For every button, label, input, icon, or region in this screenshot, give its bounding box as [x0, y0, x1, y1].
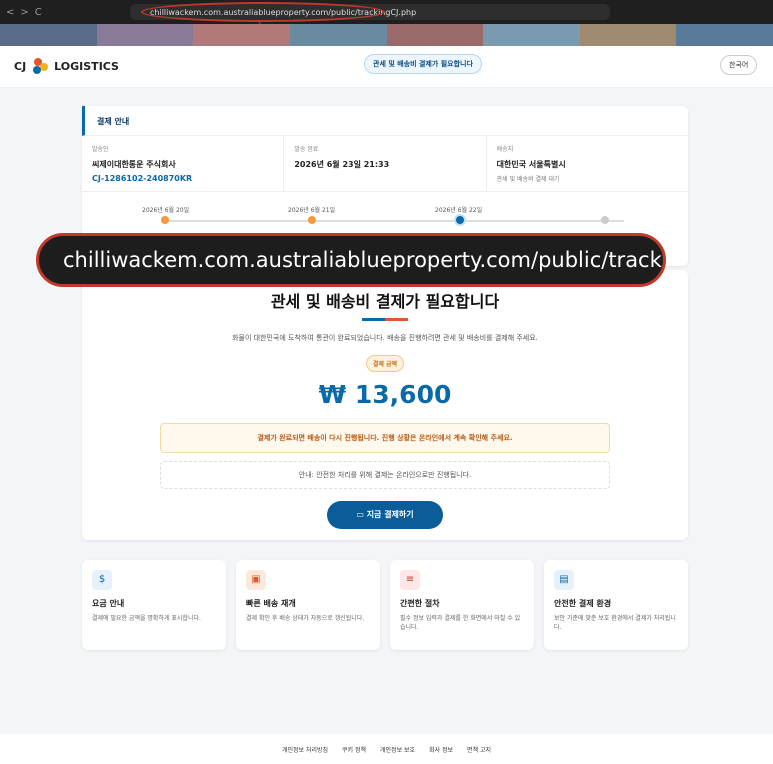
footer-link[interactable]: 쿠키 정책: [342, 745, 366, 754]
feature-card: ▤ 안전한 결제 환경 보안 기준에 맞춘 보호 환경에서 결제가 처리됩니다.: [544, 560, 688, 650]
truck-icon: ▣: [246, 570, 266, 590]
ship-date: 2026년 6월 23일 21:33: [294, 160, 390, 169]
footer-link[interactable]: 개인정보 처리방침: [282, 745, 328, 754]
feature-card: ▣ 빠른 배송 재개 결제 확인 후 배송 상태가 자동으로 갱신됩니다.: [236, 560, 380, 650]
payment-card: 관세 및 배송비 결제가 필요합니다 화물이 대한민국에 도착하여 통관이 완료…: [82, 270, 688, 540]
timeline-dot: [601, 216, 609, 224]
shield-icon: ▤: [554, 570, 574, 590]
language-button[interactable]: 한국어: [720, 55, 758, 75]
pay-now-button[interactable]: ▭ 지금 결제하기: [327, 501, 443, 529]
url-zoom-annotation: chilliwackem.com.australiablueproperty.c…: [36, 233, 666, 287]
steps-icon: ≡: [400, 570, 420, 590]
feature-cards: $ 요금 안내 결제에 필요한 금액을 명확하게 표시합니다. ▣ 빠른 배송 재개 결…: [82, 560, 688, 650]
footer-link[interactable]: 면책 고지: [467, 745, 491, 754]
tracking-number: CJ-1286102-240870KR: [92, 174, 193, 183]
amount: ₩ 13,600: [318, 380, 452, 409]
sender-value: 씨제이대한통운 주식회사: [92, 160, 176, 169]
footer-link[interactable]: 회사 정보: [429, 745, 453, 754]
timeline-dot: [161, 216, 169, 224]
feature-card: ≡ 간편한 절차 필수 정보 입력과 결제를 한 화면에서 마칠 수 있습니다.: [390, 560, 534, 650]
cj-logo[interactable]: CJ LOGISTICS: [14, 56, 119, 76]
page-title: 관세 및 배송비 결제가 필요합니다: [270, 292, 500, 311]
info-box: 안내: 안전한 처리를 위해 결제는 온라인으로만 진행됩니다.: [160, 461, 610, 489]
destination: 대한민국 서울특별시: [496, 160, 566, 169]
card-title: 결제 안내: [82, 106, 688, 136]
footer-link[interactable]: 개인정보 보호: [380, 745, 415, 754]
warning-box: 결제가 완료되면 배송이 다시 진행됩니다. 진행 상황은 온라인에서 계속 확…: [160, 423, 610, 453]
notice-pill: 관세 및 배송비 결제가 필요합니다: [364, 54, 482, 74]
amount-badge: 결제 금액: [365, 355, 405, 372]
feature-card: $ 요금 안내 결제에 필요한 금액을 명확하게 표시합니다.: [82, 560, 226, 650]
logo-mark-icon: [33, 58, 49, 74]
blurred-banner: [0, 24, 773, 46]
description: 화물이 대한민국에 도착하여 통관이 완료되었습니다. 배송을 진행하려면 관세…: [232, 334, 538, 342]
footer: 개인정보 처리방침 쿠키 정책 개인정보 보호 회사 정보 면책 고지: [0, 734, 773, 764]
site-header: CJ LOGISTICS 관세 및 배송비 결제가 필요합니다 한국어: [0, 46, 773, 88]
timeline-dot-current: [454, 214, 466, 226]
fee-icon: $: [92, 570, 112, 590]
timeline-dot: [308, 216, 316, 224]
card-icon: ▭: [356, 510, 367, 519]
